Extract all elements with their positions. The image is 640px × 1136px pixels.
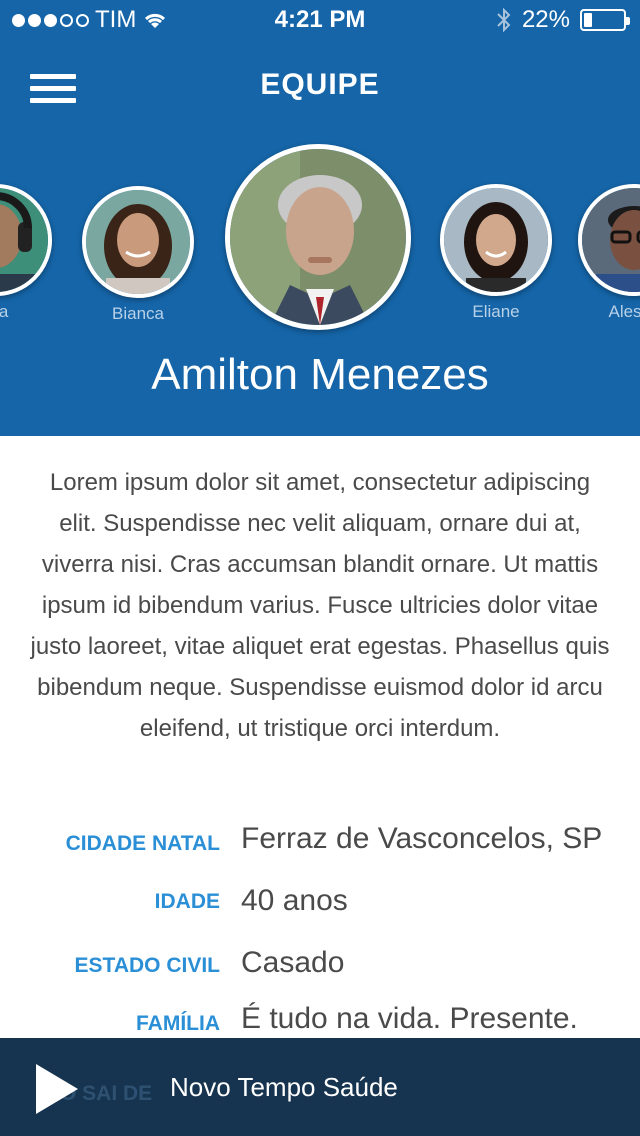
nav-bar: EQUIPE [0,44,640,132]
status-bar: TIM 4:21 PM 22% [0,0,640,40]
team-member-label: Alessa [608,302,640,321]
status-right: 22% [496,6,630,34]
team-member-laura[interactable]: ura [0,184,52,322]
header: TIM 4:21 PM 22% EQUIPE a Bianca Eliane A… [0,0,640,436]
team-member-alessandro[interactable]: Alessa [578,184,640,322]
battery-icon [580,9,630,31]
team-member-bianca[interactable]: Bianca [82,186,194,324]
detail-value: Casado [241,946,345,979]
team-member-label: Eliane [472,302,520,321]
audio-player-bar: O SAI DE Novo Tempo Saúde [0,1038,640,1136]
detail-value: É tudo na vida. Presente. [241,1002,578,1035]
avatar [82,186,194,298]
team-member-label: Bianca [112,304,164,323]
selected-member-name: Amilton Menezes [151,350,489,399]
player-title: Novo Tempo Saúde [170,1072,398,1102]
member-bio: Lorem ipsum dolor sit amet, consectetur … [30,469,610,742]
bluetooth-icon [497,7,511,33]
detail-value: Ferraz de Vasconcelos, SP [241,822,603,855]
avatar [440,184,552,296]
battery-percent: 22% [521,6,570,33]
avatar [0,184,52,296]
page-title: EQUIPE [260,68,380,101]
team-member-label: ura [0,302,9,321]
team-member-amilton-selected[interactable] [225,144,411,330]
avatar [578,184,640,296]
detail-label: ESTADO CIVIL [74,954,220,977]
detail-label: IDADE [154,890,220,913]
detail-label: FAMÍLIA [136,1012,220,1035]
detail-label: CIDADE NATAL [65,832,220,855]
detail-value: 40 anos [241,884,348,917]
play-icon[interactable] [36,1064,78,1114]
avatar [225,144,411,330]
team-carousel[interactable]: ura Bianca [0,140,640,340]
team-member-eliane[interactable]: Eliane [440,184,552,322]
